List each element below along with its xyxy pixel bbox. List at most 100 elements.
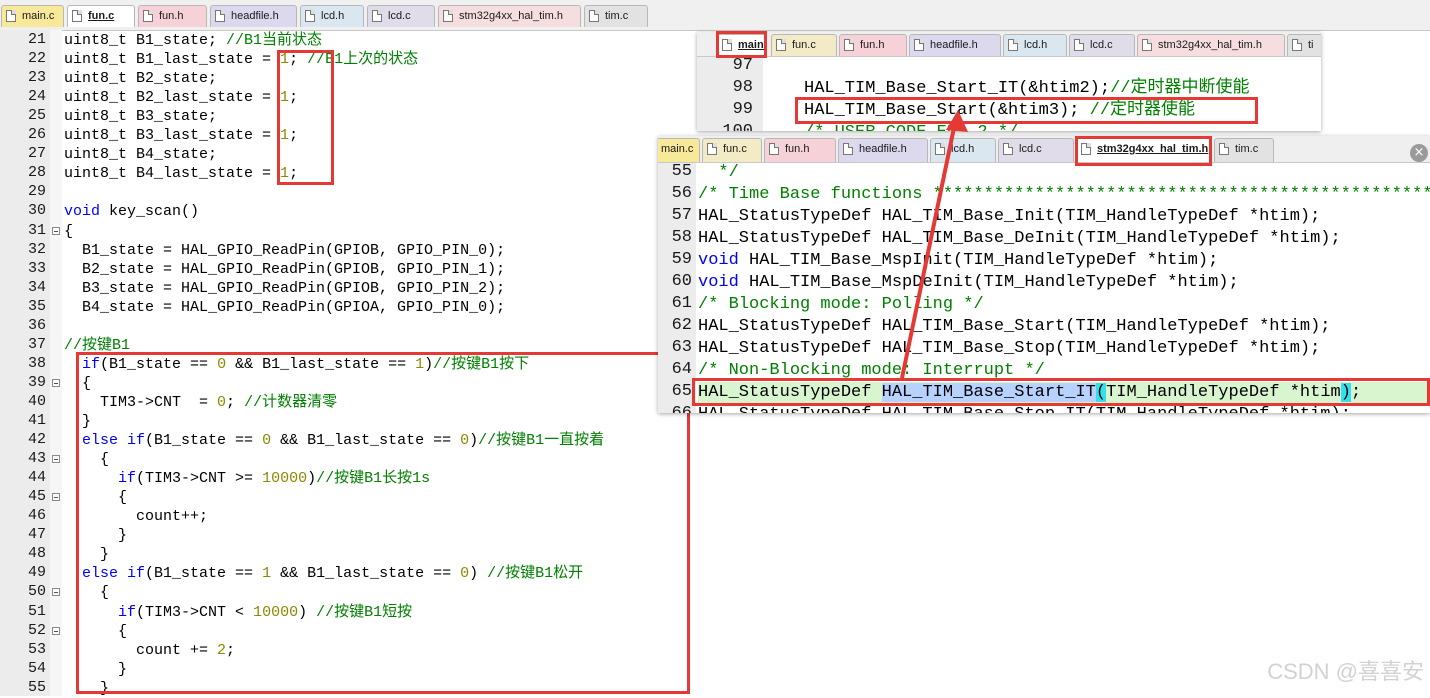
line-number: 66 — [658, 404, 692, 413]
code-line: uint8_t B3_last_state = 1; — [64, 127, 299, 145]
tab-label: stm32g4xx_hal_tim.h — [459, 10, 563, 22]
file-icon — [1219, 143, 1229, 155]
file-icon — [707, 143, 717, 155]
line-number: 29 — [27, 183, 46, 201]
tab-label: lcd.h — [321, 10, 345, 22]
highlight-box-start-it-declaration — [692, 378, 1430, 406]
line-number: 41 — [27, 412, 46, 429]
line-number: 54 — [27, 659, 46, 677]
file-icon — [443, 10, 453, 22]
file-icon — [305, 10, 315, 22]
line-number: 40 — [27, 392, 46, 410]
file-icon — [843, 143, 853, 155]
tab-lcd-c[interactable]: lcd.c — [1069, 34, 1135, 56]
line-number: 55 — [27, 678, 46, 696]
line-number: 59 — [671, 250, 692, 269]
tab-main-c[interactable]: main.c — [658, 138, 700, 162]
line-number: 61 — [671, 294, 692, 313]
line-number: 52 — [27, 621, 46, 639]
code-line: void HAL_TIM_Base_MspDeInit(TIM_HandleTy… — [698, 273, 1239, 292]
watermark: CSDN @喜喜安 — [1267, 659, 1424, 684]
tab-label: fun.c — [723, 143, 747, 155]
line-number: 46 — [27, 507, 46, 525]
tab-label: lcd.h — [951, 143, 975, 155]
line-number: 37 — [27, 335, 46, 353]
line-number: 51 — [27, 602, 46, 620]
tab-headfile-h[interactable]: headfile.h — [909, 34, 1001, 56]
code-line: HAL_StatusTypeDef HAL_TIM_Base_DeInit(TI… — [698, 229, 1341, 248]
line-number: 36 — [27, 316, 46, 334]
tab-fun-c[interactable]: fun.c — [702, 138, 762, 162]
line-number: 58 — [671, 228, 692, 247]
file-icon — [215, 10, 225, 22]
line-number: 30 — [27, 202, 46, 220]
file-icon — [914, 39, 924, 51]
line-number: 31 — [27, 221, 46, 239]
hal-tim-header-popup-window: main.c fun.c fun.h headfile.h lcd.h lcd.c stm3… — [658, 136, 1430, 413]
code-line: void HAL_TIM_Base_MspInit(TIM_HandleType… — [698, 251, 1219, 270]
tab-ti[interactable]: ti — [1287, 34, 1321, 56]
line-number: 48 — [27, 545, 46, 563]
fold-toggle-icon[interactable] — [52, 493, 60, 502]
code-line: B1_state = HAL_GPIO_ReadPin(GPIOB, GPIO_… — [64, 241, 506, 259]
file-icon — [1074, 39, 1084, 51]
line-number: 33 — [27, 259, 46, 277]
code-line: HAL_StatusTypeDef HAL_TIM_Base_Init(TIM_… — [698, 207, 1321, 226]
tab-label: stm32g4xx_hal_tim.h — [1158, 39, 1262, 51]
code-line: uint8_t B2_state; — [64, 70, 218, 88]
code-line: void key_scan() — [64, 203, 200, 221]
fold-toggle-icon[interactable] — [52, 626, 60, 635]
highlight-box-last-state-values — [277, 50, 334, 185]
tab-stm32g4xx-hal-tim-h[interactable]: stm32g4xx_hal_tim.h — [1137, 34, 1285, 56]
line-number: 32 — [27, 240, 46, 258]
tab-fun-c[interactable]: fun.c — [771, 34, 837, 56]
fold-toggle-icon[interactable] — [52, 588, 60, 597]
tab-tim-c[interactable]: tim.c — [1214, 138, 1274, 162]
line-number: 50 — [27, 583, 46, 601]
tab-fun-h[interactable]: fun.h — [138, 5, 207, 27]
tab-lcd-c[interactable]: lcd.c — [367, 5, 435, 27]
tab-stm32g4xx-hal-tim-h[interactable]: stm32g4xx_hal_tim.h — [438, 5, 581, 27]
highlight-box-tim-base-start — [795, 97, 1258, 124]
line-number: 53 — [27, 640, 46, 658]
code-line: */ — [718, 163, 739, 182]
tab-fun-c[interactable]: fun.c — [67, 5, 135, 27]
fold-toggle-icon[interactable] — [52, 226, 60, 235]
file-icon — [143, 10, 153, 22]
line-number: 34 — [27, 278, 46, 296]
line-number: 27 — [27, 145, 46, 163]
code-line: uint8_t B1_last_state = 1; //B1上次的状态 — [64, 51, 419, 69]
tab-label: fun.c — [792, 39, 816, 51]
code-line: uint8_t B1_state; //B1当前状态 — [64, 32, 323, 49]
tab-headfile-h[interactable]: headfile.h — [838, 138, 928, 162]
line-number: 98 — [732, 78, 753, 97]
tab-fun-h[interactable]: fun.h — [839, 34, 907, 56]
file-icon — [1292, 39, 1302, 51]
close-icon[interactable]: × — [1410, 144, 1428, 162]
code-line: uint8_t B4_last_state = 1; — [64, 165, 299, 183]
fold-toggle-icon[interactable] — [52, 455, 60, 464]
line-number: 23 — [27, 69, 46, 87]
highlight-box-hal-tim-h-tab — [1075, 136, 1212, 166]
tab-label: fun.c — [88, 10, 115, 22]
tab-main-c[interactable]: main.c — [1, 5, 64, 27]
tab-lcd-h[interactable]: lcd.h — [1003, 34, 1067, 56]
line-number: 60 — [671, 272, 692, 291]
tab-tim-c[interactable]: tim.c — [584, 5, 648, 27]
tab-label: headfile.h — [930, 39, 978, 51]
tab-fun-h[interactable]: fun.h — [764, 138, 836, 162]
file-icon — [6, 10, 16, 22]
tab-label: lcd.c — [1090, 39, 1113, 51]
code-line: { — [64, 222, 74, 240]
tab-label: ti — [1308, 39, 1314, 51]
line-number: 22 — [27, 50, 46, 68]
tab-headfile-h[interactable]: headfile.h — [210, 5, 297, 27]
line-number: 47 — [27, 526, 46, 544]
file-icon — [935, 143, 945, 155]
tab-label: tim.c — [605, 10, 629, 22]
tab-lcd-c[interactable]: lcd.c — [998, 138, 1074, 162]
fold-toggle-icon[interactable] — [52, 378, 60, 387]
tab-lcd-h[interactable]: lcd.h — [930, 138, 996, 162]
tab-lcd-h[interactable]: lcd.h — [300, 5, 364, 27]
code-line: B2_state = HAL_GPIO_ReadPin(GPIOB, GPIO_… — [64, 260, 506, 278]
